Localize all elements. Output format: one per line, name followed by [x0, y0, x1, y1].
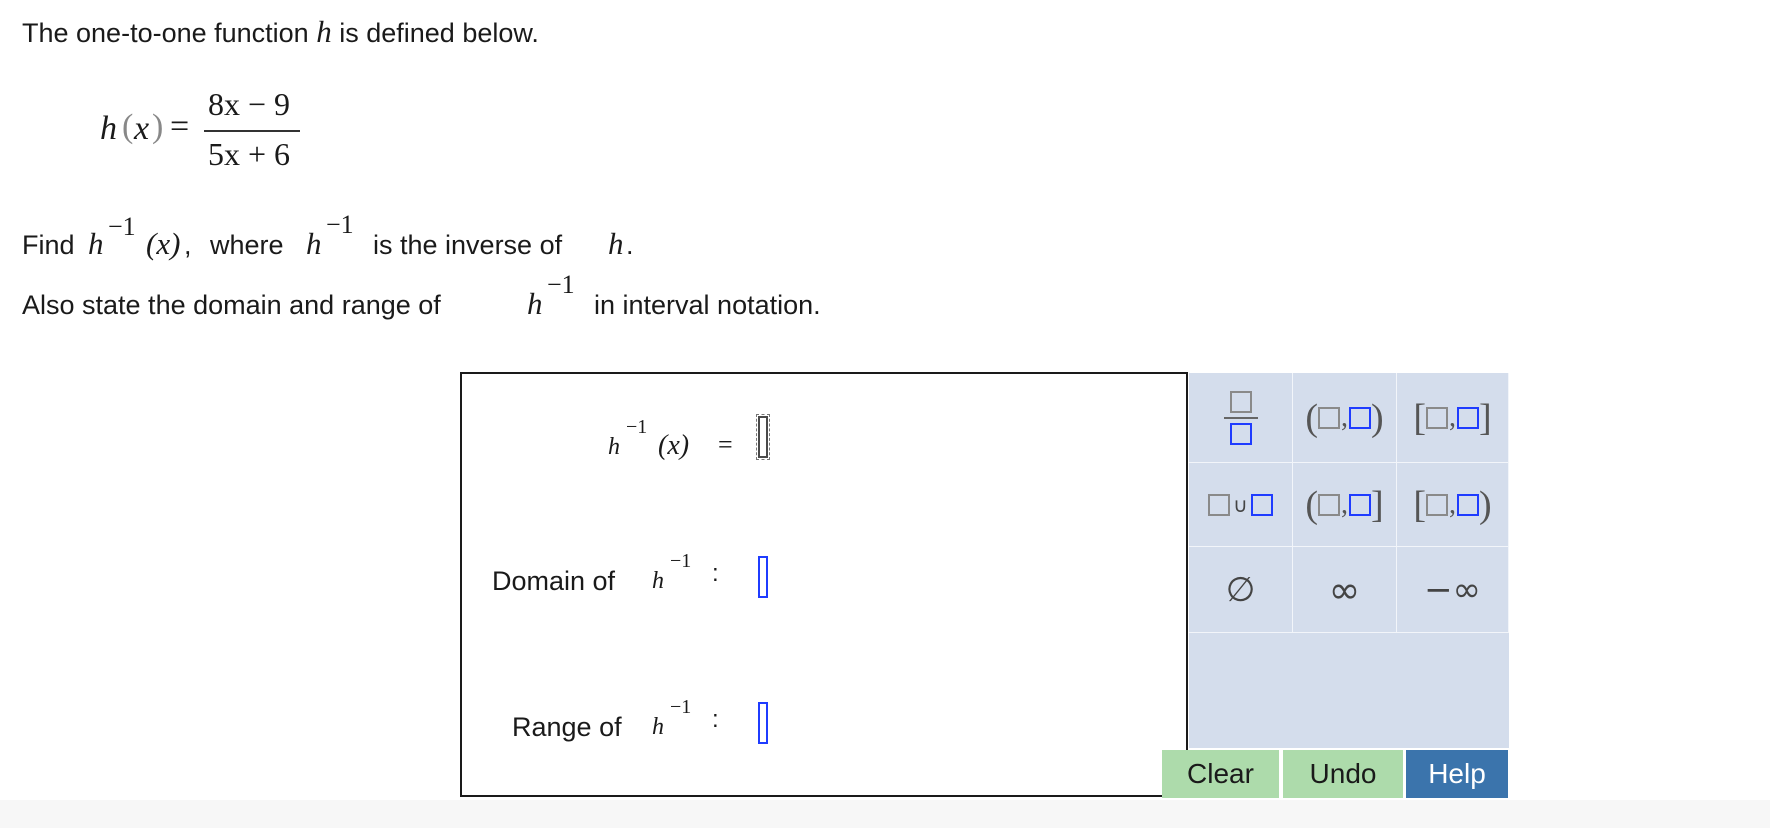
range-h: h [652, 714, 664, 740]
intro-var: h [316, 14, 332, 49]
is-inverse-of: is the inverse of [373, 230, 563, 260]
domain-input[interactable] [758, 556, 768, 598]
def-numerator: 8x − 9 [208, 86, 291, 122]
def-equals: = [170, 108, 190, 145]
clear-button-label: Clear [1187, 758, 1254, 789]
undo-button[interactable]: Undo [1283, 750, 1405, 798]
find-word: Find [22, 230, 75, 260]
inverse-input[interactable] [756, 414, 770, 460]
also-exp: −1 [547, 270, 575, 299]
def-rparen: ) [152, 108, 164, 145]
answer-inverse-x: (x) [658, 430, 690, 461]
union-symbol: ∪ [1233, 492, 1248, 517]
right-open-interval-key[interactable]: [,) [1397, 463, 1509, 547]
answer-box: h −1 (x) = Domain of h −1 : Range of h −… [460, 372, 1188, 797]
union-key[interactable]: ∪ [1189, 463, 1293, 547]
also-state: Also state the domain and range of [22, 290, 441, 320]
answer-inverse-exp: −1 [626, 416, 648, 438]
fraction-numerator-box [1229, 390, 1252, 413]
open-interval-key[interactable]: (,) [1293, 373, 1397, 463]
def-lparen: ( [122, 108, 134, 145]
infinity-symbol: ∞ [1328, 567, 1361, 612]
range-colon: : [712, 706, 719, 733]
find-h: h [88, 226, 104, 261]
domain-label: Domain of [492, 566, 616, 596]
inverse-of-h: h [608, 226, 624, 261]
find-period: . [626, 230, 634, 260]
intro-post: is defined below. [339, 18, 539, 48]
domain-colon: : [712, 560, 719, 587]
fraction-key-bar [1223, 416, 1258, 419]
empty-set-key[interactable]: ∅ [1189, 547, 1293, 633]
range-label: Range of [512, 712, 622, 742]
instruction-domain-range: Also state the domain and range of h −1 … [22, 262, 922, 322]
infinity-key[interactable]: ∞ [1293, 547, 1397, 633]
help-button-label: Help [1428, 758, 1486, 789]
where-h: h [306, 226, 322, 261]
domain-h: h [652, 568, 664, 594]
instruction-find: Find h −1 (x) , where h −1 is the invers… [22, 200, 722, 270]
intro-pre: The one-to-one function [22, 18, 309, 48]
clear-button[interactable]: Clear [1162, 750, 1281, 798]
interval-notation: in interval notation. [594, 290, 821, 320]
def-denominator: 5x + 6 [208, 136, 291, 172]
where-exp: −1 [326, 210, 354, 239]
def-func: h [100, 110, 117, 147]
also-h: h [527, 286, 543, 321]
negative-infinity-key[interactable]: −∞ [1397, 547, 1509, 633]
negative-infinity-symbol: −∞ [1424, 569, 1481, 610]
fraction-bar [204, 130, 300, 132]
function-definition: h ( x ) = 8x − 9 5x + 6 [100, 82, 320, 182]
find-exp: −1 [108, 212, 136, 241]
def-arg: x [134, 110, 150, 147]
empty-set-symbol: ∅ [1225, 569, 1256, 610]
closed-interval-key[interactable]: [,] [1397, 373, 1509, 463]
range-input[interactable] [758, 702, 768, 744]
fraction-denominator-box [1229, 422, 1252, 445]
intro-line: The one-to-one function h is defined bel… [22, 14, 539, 50]
help-button[interactable]: Help [1406, 750, 1508, 798]
math-keypad: (,) [,] ∪ (,] [,) ∅ ∞ −∞ [1189, 373, 1509, 748]
domain-exp: −1 [670, 550, 692, 572]
bottom-shade [0, 800, 1770, 828]
answer-equals: = [718, 430, 733, 459]
answer-inverse-h: h [608, 434, 620, 460]
fraction-key[interactable] [1189, 373, 1293, 463]
where-word: where [210, 230, 284, 260]
find-x: (x) [146, 226, 181, 261]
range-exp: −1 [670, 696, 692, 718]
undo-button-label: Undo [1309, 758, 1377, 789]
find-comma: , [184, 230, 192, 260]
left-open-interval-key[interactable]: (,] [1293, 463, 1397, 547]
